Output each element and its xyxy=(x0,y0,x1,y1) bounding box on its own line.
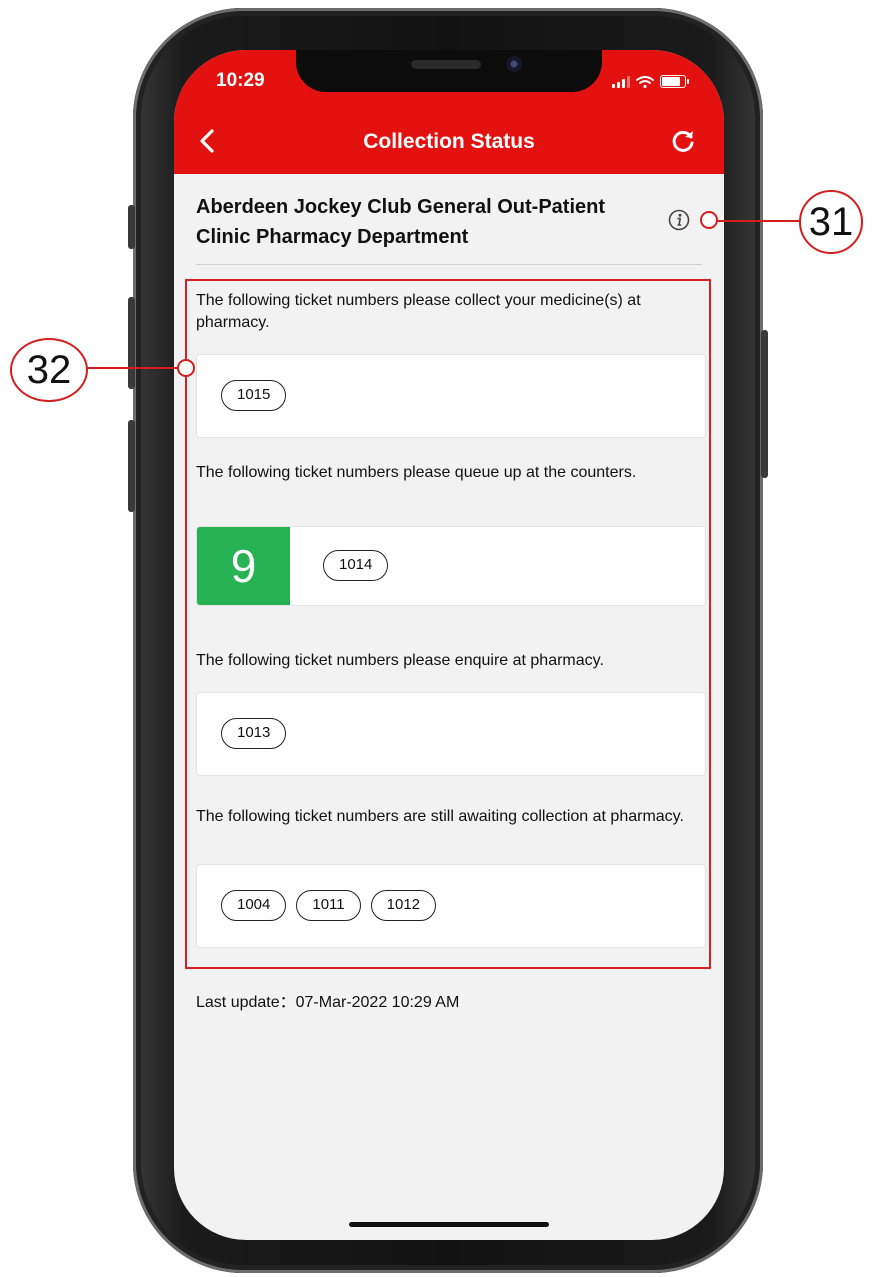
callout-line-31 xyxy=(717,220,801,222)
refresh-icon[interactable] xyxy=(670,128,696,154)
phone-power-button xyxy=(761,330,768,478)
callout-dot-32 xyxy=(177,359,195,377)
callout-line-32 xyxy=(86,367,179,369)
status-icons xyxy=(612,75,689,88)
signal-icon xyxy=(612,75,630,88)
home-indicator[interactable] xyxy=(349,1222,549,1227)
notch xyxy=(296,50,602,92)
phone-volume-down xyxy=(128,420,135,512)
battery-icon xyxy=(660,75,689,88)
wifi-icon xyxy=(636,75,654,88)
highlight-frame xyxy=(185,279,711,969)
clinic-name: Aberdeen Jockey Club General Out-Patient… xyxy=(196,196,605,248)
speaker xyxy=(411,60,481,69)
phone-silent-switch xyxy=(128,205,135,249)
phone-volume-up xyxy=(128,297,135,389)
status-time: 10:29 xyxy=(216,70,265,91)
info-icon[interactable] xyxy=(668,209,690,231)
page-title: Collection Status xyxy=(363,130,535,153)
front-camera xyxy=(506,56,522,72)
callout-32: 32 xyxy=(10,338,88,402)
divider xyxy=(196,264,702,265)
callout-dot-31 xyxy=(700,211,718,229)
callout-31: 31 xyxy=(799,190,863,254)
last-update: Last update：07-Mar-2022 10:29 AM xyxy=(196,994,460,1011)
